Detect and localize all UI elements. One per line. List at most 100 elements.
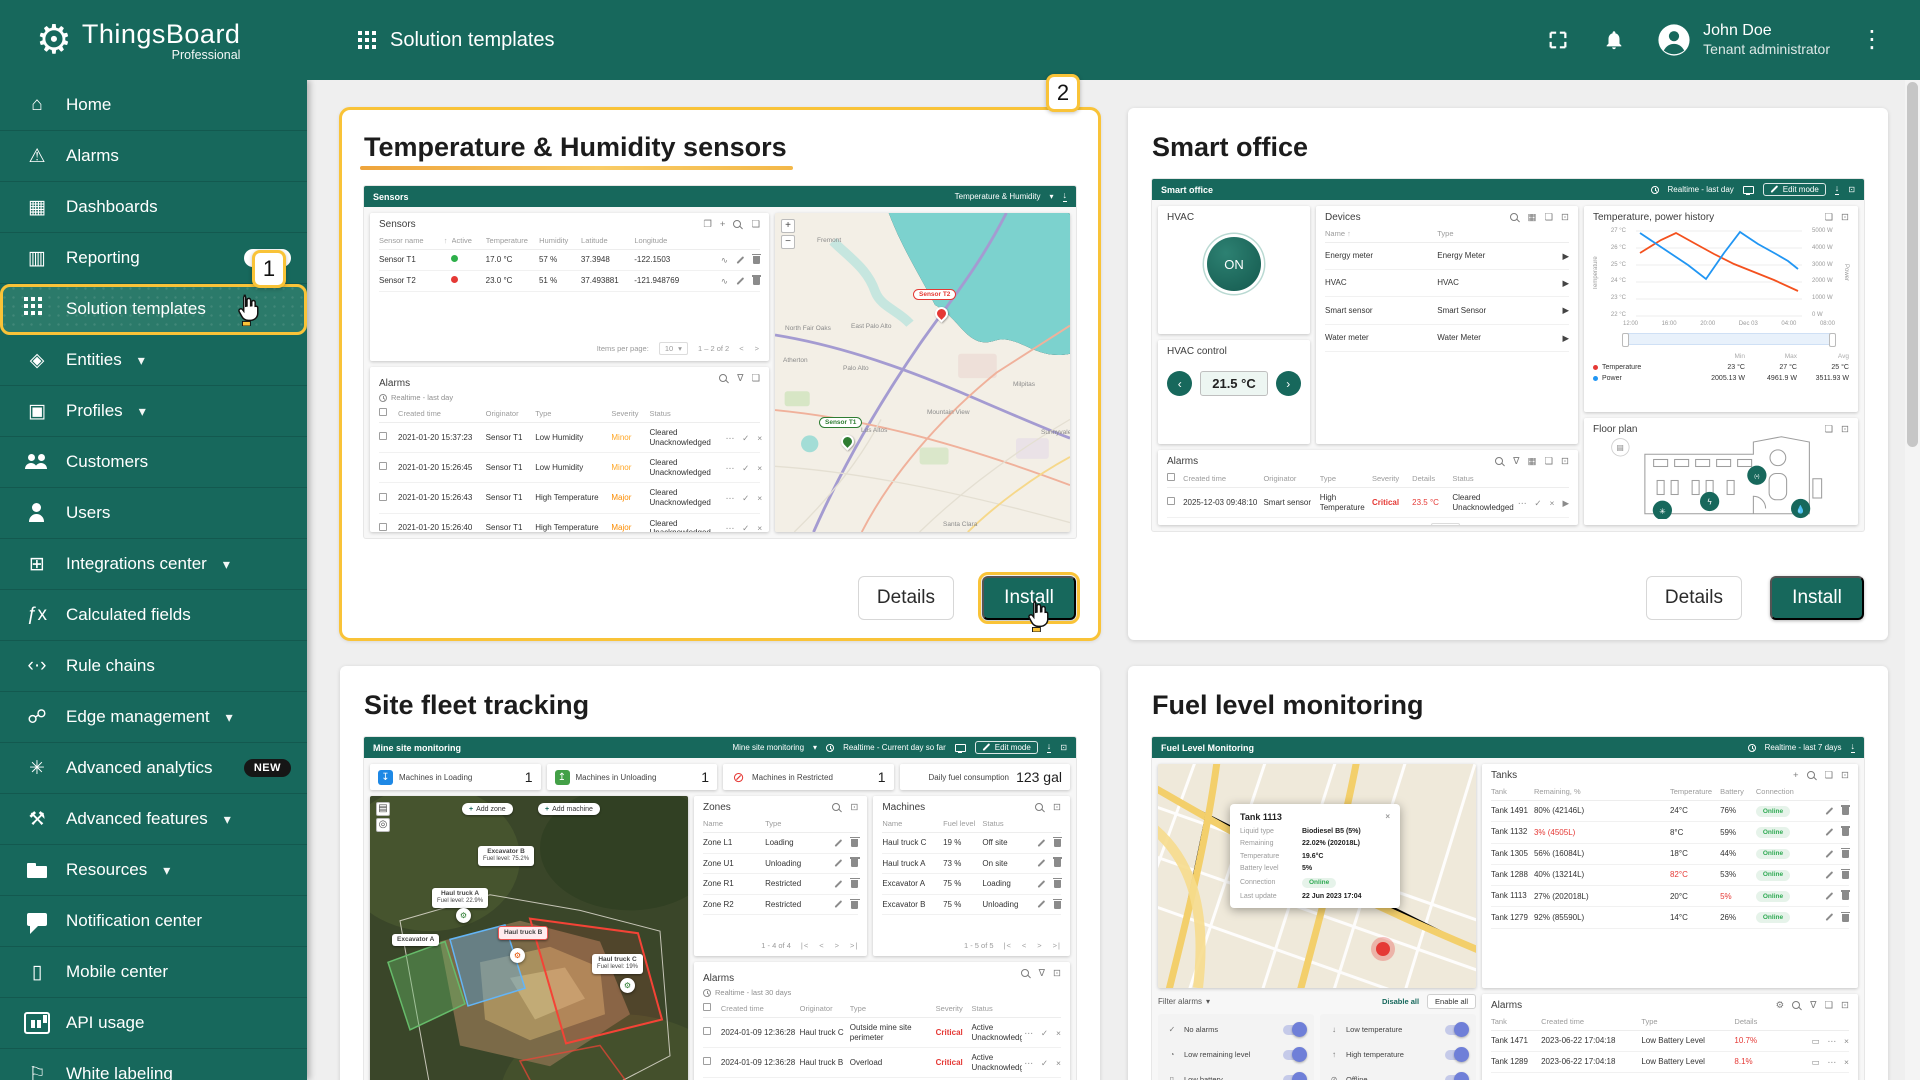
map-zoom-in-button: + (781, 219, 795, 233)
sidebar-item-integrations-center[interactable]: ⊞ Integrations center ▾ (0, 539, 307, 590)
more-icon: ⋯ (726, 463, 735, 473)
next-page-icon: > (755, 344, 760, 353)
edit-icon (1037, 839, 1045, 847)
alarm-row: 2021-01-20 15:37:23 Sensor T1 Low Humidi… (379, 423, 760, 453)
notifications-bell-icon[interactable] (1601, 27, 1627, 53)
kebab-menu-icon[interactable]: ⋮ (1860, 28, 1884, 52)
fullscreen-icon[interactable] (1545, 27, 1571, 53)
add-icon: + (720, 219, 726, 230)
y-axis-tick: 26 °C (1602, 245, 1626, 251)
y-axis-tick: 25 °C (1602, 262, 1626, 268)
brand-name: ThingsBoard (82, 19, 241, 50)
sidebar-item-mobile-center[interactable]: ▯ Mobile center ▾ (0, 947, 307, 998)
sidebar-item-notification-center[interactable]: Notification center ▾ (0, 896, 307, 947)
card-smart-office: Smart office Smart office Realtime - las… (1128, 108, 1888, 640)
card-site-fleet-tracking: Site fleet tracking Mine site monitoring… (340, 666, 1100, 1080)
sidebar-item-rule-chains[interactable]: ‹·› Rule chains ▾ (0, 641, 307, 692)
ack-icon: ✓ (1534, 498, 1541, 508)
annotation-step-1-badge: 1 (252, 250, 286, 288)
sidebar-item-users[interactable]: Users ▾ (0, 488, 307, 539)
kpi-icon: ↧ (378, 770, 393, 785)
map-city-label: Fremont (817, 237, 841, 244)
sidebar-item-advanced-features[interactable]: ⚒ Advanced features ▾ (0, 794, 307, 845)
sidebar-item-api-usage[interactable]: API usage ▾ (0, 998, 307, 1049)
kpi-label: Machines in Unloading (576, 773, 657, 782)
prev-page-icon: < (739, 344, 744, 353)
machine-map-label: Excavator BFuel level: 75.2% (478, 846, 534, 866)
sidebar-item-advanced-analytics[interactable]: ✳ Advanced analytics NEW ▾ (0, 743, 307, 794)
delete-icon (851, 839, 858, 847)
sidebar-item-icon: ▥ (24, 246, 50, 270)
clear-icon: × (1056, 1058, 1061, 1068)
thingsboard-gear-icon: ⚙ (36, 20, 72, 60)
machine-map-label: Haul truck CFuel level: 19% (592, 954, 643, 974)
sidebar-item-icon (24, 501, 50, 525)
sidebar-item-dashboards[interactable]: ▦ Dashboards ▾ (0, 182, 307, 233)
clock-icon (379, 394, 387, 402)
expand-icon: ⊡ (1053, 968, 1061, 979)
col-header: Status (971, 1004, 1021, 1013)
sidebar-item-home[interactable]: ⌂ Home ▾ (0, 80, 307, 131)
sidebar: ⌂ Home ▾ ⚠ Alarms ▾ ▦ Dashboards ▾ ▥ Rep… (0, 80, 307, 1080)
edit-icon (835, 901, 843, 909)
y-axis-tick: 2000 W (1812, 278, 1840, 284)
details-button[interactable]: Details (1646, 576, 1742, 620)
enable-all-button: Enable all (1427, 994, 1476, 1009)
edit-icon (1037, 901, 1045, 909)
smart-office-preview-image: Smart office Realtime - last day Edit mo… (1152, 179, 1864, 531)
decrease-temp-button: ‹ (1167, 371, 1192, 396)
toggle-switch (1445, 1050, 1467, 1060)
edit-icon (1825, 828, 1833, 836)
sidebar-item-profiles[interactable]: ▣ Profiles ▾ (0, 386, 307, 437)
columns-icon: ▦ (1528, 456, 1537, 467)
user-menu[interactable]: John Doe Tenant administrator (1657, 21, 1830, 59)
toggle-icon: ▯ (1167, 1075, 1177, 1080)
svg-text:✳: ✳ (1659, 507, 1666, 516)
col-header: Severity (1372, 474, 1412, 483)
install-button[interactable]: Install (1770, 576, 1864, 620)
toggle-icon: ↓ (1329, 1025, 1339, 1034)
details-button[interactable]: Details (858, 576, 954, 620)
col-header: Name (882, 819, 943, 828)
hvac-widget: HVAC ON (1158, 206, 1310, 334)
sidebar-item-white-labeling[interactable]: ⚐ White labeling ▾ (0, 1049, 307, 1080)
search-icon (1510, 213, 1520, 223)
bookmark-icon: ❐ (703, 219, 712, 230)
toggle-label: No alarms (1184, 1025, 1218, 1034)
col-header: Type (535, 409, 611, 418)
toggle-icon: ✓ (1167, 1025, 1177, 1034)
sidebar-item-entities[interactable]: ◈ Entities ▾ (0, 335, 307, 386)
y-axis-tick: 0 W (1812, 312, 1840, 318)
sidebar-item-alarms[interactable]: ⚠ Alarms ▾ (0, 131, 307, 182)
checkbox (703, 1003, 711, 1011)
edit-icon (1037, 880, 1045, 888)
search-icon (1792, 1001, 1802, 1011)
map-locate-button: ◎ (376, 818, 390, 832)
timewindow-label: Realtime - Current day so far (843, 743, 946, 752)
checkbox (1167, 497, 1175, 505)
ack-icon: ✓ (742, 493, 749, 503)
sidebar-item-resources[interactable]: Resources ▾ (0, 845, 307, 896)
zone-row: Zone R1 Restricted (703, 874, 858, 895)
alarm-toggle-row: ◔ Low remaining level (1167, 1042, 1305, 1067)
page-scrollbar[interactable] (1905, 80, 1920, 1080)
search-icon (832, 803, 842, 813)
col-header: Type (1437, 229, 1535, 238)
x-axis-tick: 04:00 (1781, 321, 1796, 327)
sidebar-item-customers[interactable]: Customers ▾ (0, 437, 307, 488)
brand-logo[interactable]: ⚙ ThingsBoard Professional (36, 19, 296, 62)
clear-icon: × (1056, 1028, 1061, 1038)
col-header: Temperature (1670, 787, 1720, 796)
target-temperature: 21.5 °C (1200, 371, 1268, 396)
sidebar-item-edge-management[interactable]: ☍ Edge management ▾ (0, 692, 307, 743)
chevron-down-icon: ▾ (224, 811, 231, 828)
connection-chip: Online (1756, 849, 1790, 860)
delete-icon (1054, 880, 1061, 888)
sidebar-item-calculated-fields[interactable]: ƒx Calculated fields ▾ (0, 590, 307, 641)
col-header: Temperature (486, 236, 539, 245)
export-icon: ❏ (1825, 424, 1834, 435)
scrollbar-thumb[interactable] (1907, 82, 1918, 447)
col-header: Status (982, 819, 1025, 828)
filter-icon: ∇ (1810, 1000, 1816, 1011)
sidebar-item-label: Advanced features (66, 809, 208, 829)
